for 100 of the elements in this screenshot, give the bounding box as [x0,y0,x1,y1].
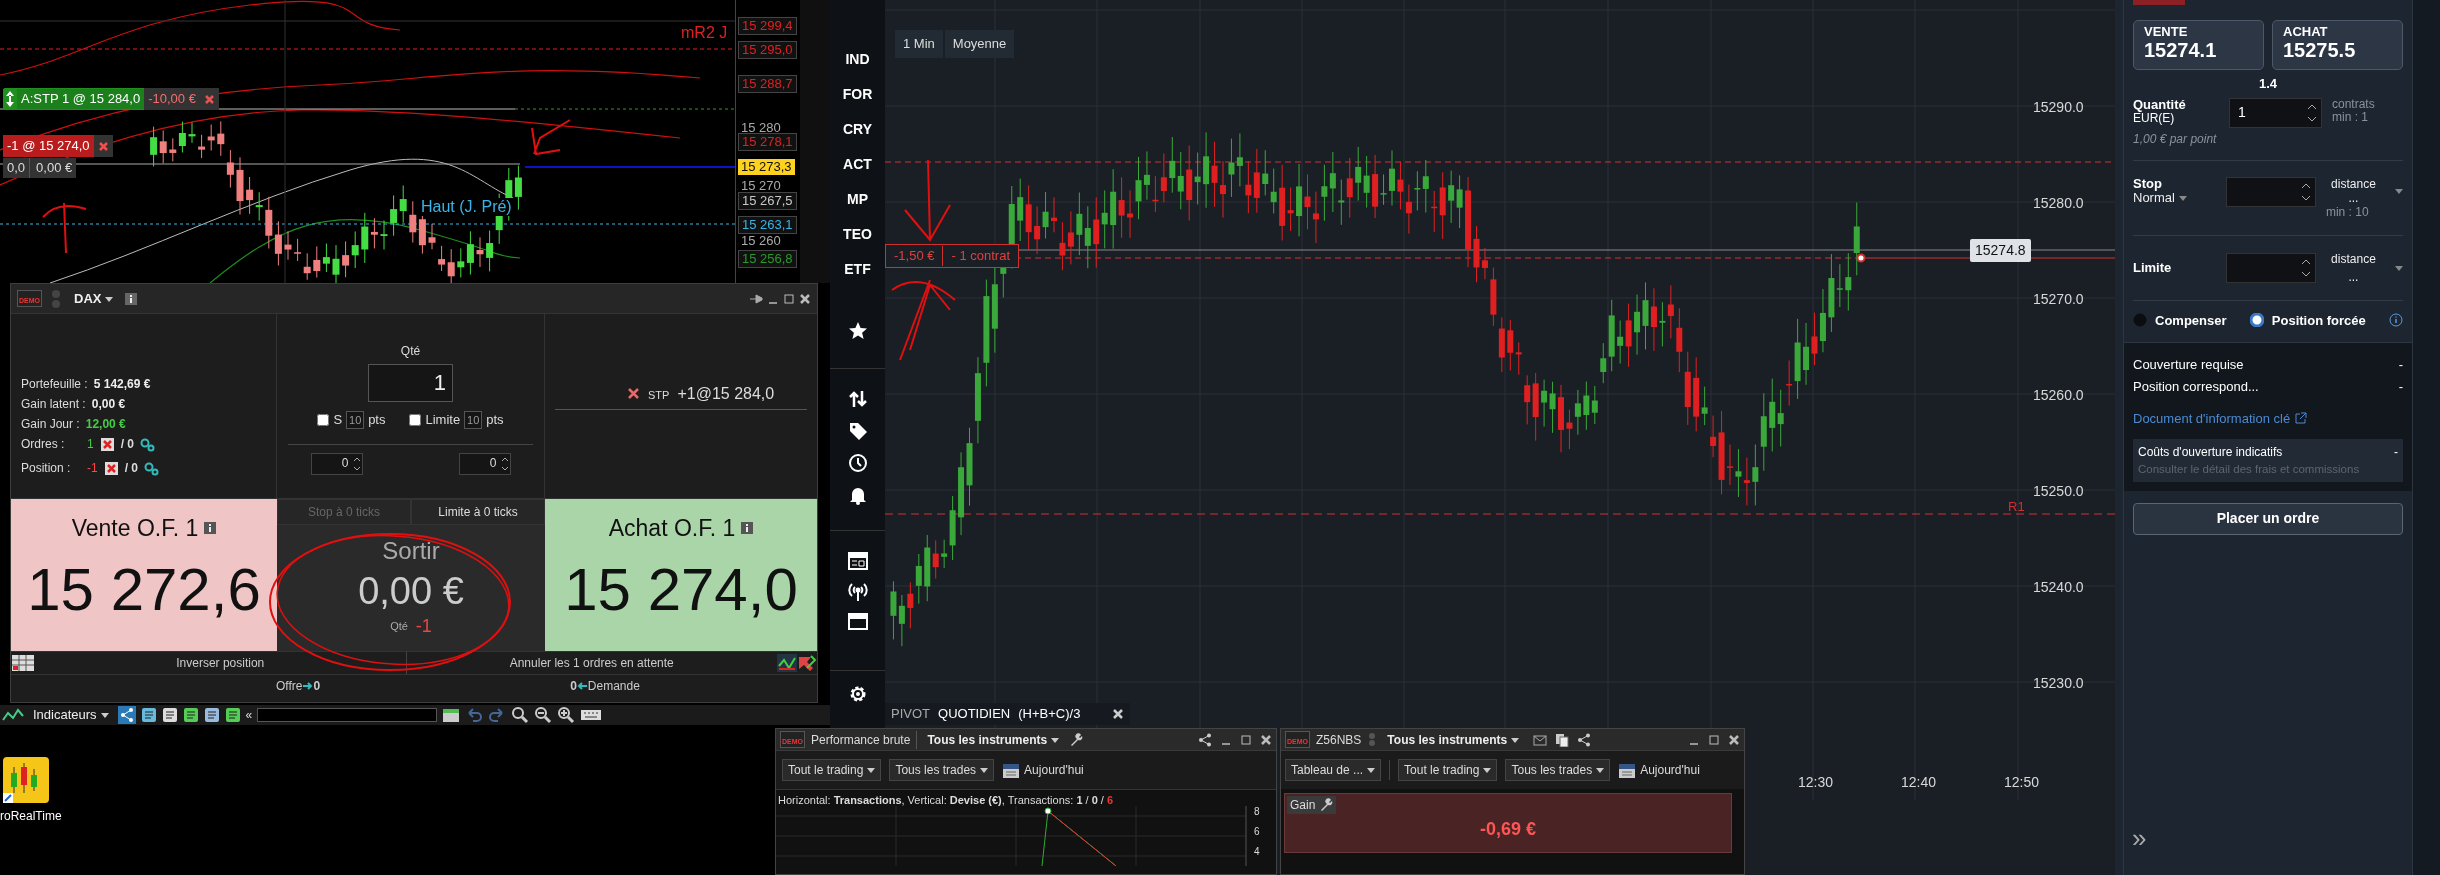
close-icon[interactable] [1728,733,1740,746]
scope-dropdown[interactable]: Tous les instruments [1383,730,1524,749]
indicators-dropdown[interactable]: Indicateurs [29,705,113,725]
swap-arrows-icon[interactable] [847,389,868,409]
mail-icon[interactable] [1533,732,1548,747]
market-tab[interactable]: ACT [832,147,883,182]
position-tag[interactable]: -1,50 € - 1 contrat [885,244,1019,268]
gears-icon[interactable] [144,460,159,476]
maximize-icon[interactable] [783,292,795,305]
info-icon[interactable] [125,292,138,305]
cancel-order-icon[interactable] [103,460,119,476]
close-icon[interactable] [627,387,640,400]
indicator-icon[interactable] [2,708,24,722]
points-field[interactable]: 10 [346,410,365,429]
option-checkbox[interactable] [409,413,422,426]
share-icon[interactable] [117,706,136,724]
document-link[interactable]: Document d'information clé [2133,409,2291,429]
market-tab[interactable]: CRY [832,112,883,147]
toggle-icon[interactable] [50,288,62,309]
stop-field[interactable] [2225,176,2316,207]
desktop-icon-label[interactable]: roRealTime [0,807,62,825]
scrollbar[interactable] [257,708,438,722]
zoom-out-icon[interactable] [534,706,553,724]
filter-dropdown[interactable]: Tout le trading [1398,759,1498,781]
wrench-icon[interactable] [1069,732,1084,747]
market-tab[interactable]: TEO [832,217,883,252]
buy-button[interactable]: Achat O.F. 1 15 274,0 [545,499,817,651]
share-icon[interactable] [1198,732,1212,747]
date-label[interactable]: Aujourd'hui [1640,761,1700,779]
maximize-icon[interactable] [1708,733,1720,746]
external-link-icon[interactable] [2294,412,2308,426]
zoom-in-icon[interactable] [557,706,576,724]
calendar-icon[interactable] [1618,761,1637,779]
buy-button[interactable]: ACHAT 15275.5 [2272,20,2403,70]
export-icon[interactable] [224,707,241,723]
calendar-icon[interactable] [1002,761,1021,779]
wrench-icon[interactable] [1319,798,1334,812]
date-label[interactable]: Aujourd'hui [1024,761,1084,779]
limit-mode-dropdown[interactable]: distance ... [2325,249,2403,286]
tick-button[interactable]: Limite à 0 ticks [411,499,545,525]
broadcast-icon[interactable] [846,581,869,601]
radio-icon[interactable] [2133,313,2147,328]
points-field[interactable]: 10 [464,410,483,429]
app-icon[interactable] [0,757,50,805]
chart-option-button[interactable]: 1 Min [895,30,943,58]
filter-dropdown[interactable]: Tous les trades [1505,759,1611,781]
view-dropdown[interactable]: Tableau de ... [1285,759,1382,781]
news-icon[interactable] [847,551,868,571]
tools-icon[interactable] [797,654,817,672]
instrument-dropdown[interactable]: DAX [70,288,118,309]
sell-button[interactable]: Vente O.F. 1 15 272,6 [11,499,277,651]
calendar-icon[interactable] [442,706,461,724]
scope-dropdown[interactable]: Tous les instruments [923,730,1064,749]
collapse-toggle[interactable]: « [245,706,253,724]
close-icon[interactable] [799,292,811,305]
order-mode-radio[interactable]: Compenser [2133,310,2227,330]
quantity-field[interactable]: 1 [2229,97,2322,128]
list-icon[interactable] [161,707,178,723]
cancel-orders-button[interactable]: Annuler les 1 ordres en attente [406,652,777,674]
toggle-icon[interactable] [1367,732,1378,747]
market-tab[interactable]: FOR [832,77,883,112]
maximize-icon[interactable] [1240,733,1252,746]
gears-icon[interactable] [140,436,156,452]
market-tab[interactable]: ETF [832,252,883,287]
chat-icon[interactable] [140,707,157,723]
close-icon[interactable] [1112,708,1125,720]
grid-icon[interactable] [11,654,35,672]
scrollbar-track[interactable] [2413,0,2440,875]
star-icon[interactable] [847,321,868,341]
qty-field[interactable]: 1 [368,364,453,402]
zoom-icon[interactable] [511,706,530,724]
copy-icon[interactable] [1555,732,1570,747]
pin-icon[interactable] [749,292,763,305]
market-tab[interactable]: MP [832,182,883,217]
chart-icon[interactable] [777,654,797,672]
spinner-field[interactable]: 0 [458,452,511,475]
market-tab[interactable]: IND [832,42,883,77]
filter-dropdown[interactable]: Tout le trading [782,759,882,781]
window-icon[interactable] [203,707,220,723]
history-icon[interactable] [847,453,868,473]
calendar-icon[interactable] [847,611,868,631]
radio-icon[interactable] [2249,313,2264,328]
reverse-position-button[interactable]: Inverser position [35,652,407,674]
info-icon[interactable] [204,522,217,535]
chart-option-button[interactable]: Moyenne [944,30,1015,58]
close-icon[interactable] [1260,733,1272,746]
stop-mode-dropdown[interactable]: distance ... [2325,176,2403,206]
limit-field[interactable] [2225,252,2316,283]
share-icon[interactable] [1577,732,1592,747]
bars-icon[interactable] [182,707,199,723]
spinner-field[interactable]: 0 [310,452,363,475]
tag-icon[interactable] [847,421,868,441]
option-checkbox[interactable] [317,413,330,426]
info-icon[interactable] [741,522,754,535]
cancel-order-icon[interactable] [99,436,115,452]
stop-type-dropdown[interactable]: Normal [2133,190,2187,206]
filter-dropdown[interactable]: Tous les trades [889,759,995,781]
drag-handle-icon[interactable] [3,90,17,108]
sell-button[interactable]: VENTE 15274.1 [2133,20,2264,70]
place-order-button[interactable]: Placer un ordre [2133,502,2403,535]
